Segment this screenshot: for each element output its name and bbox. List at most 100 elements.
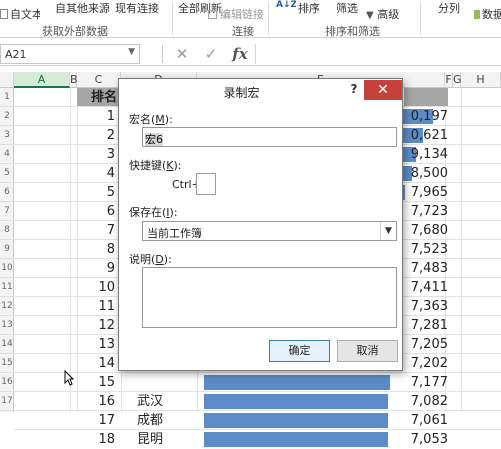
row-header-bar: 1 2 3 4 5 6 7 8 9 10 11 12 13 14 15 16 1…: [0, 88, 14, 412]
city-cell[interactable]: 成都: [121, 411, 197, 430]
help-button[interactable]: ?: [346, 82, 362, 100]
dialog-title-bar[interactable]: 录制宏 ? ✕: [119, 79, 402, 103]
gridline: [14, 372, 501, 373]
row-header[interactable]: 8: [0, 221, 14, 240]
data-bar: [204, 413, 388, 428]
rank-header-cell[interactable]: 排名: [77, 88, 121, 107]
cancel-formula-icon[interactable]: ✕: [170, 44, 194, 64]
ok-button[interactable]: 确定: [269, 340, 330, 362]
close-button[interactable]: ✕: [364, 80, 402, 100]
sort-button[interactable]: 排序: [298, 0, 324, 16]
sort-az-button[interactable]: A↓Z: [276, 0, 296, 10]
value-header-cell[interactable]: [404, 88, 448, 107]
column-header-c[interactable]: C: [77, 72, 121, 88]
group-get-external-data: 获取外部数据: [42, 25, 108, 38]
insert-function-icon[interactable]: fx: [228, 44, 252, 64]
gridline: [14, 410, 501, 411]
column-header-h[interactable]: H: [461, 72, 501, 88]
row-header[interactable]: 4: [0, 145, 14, 164]
rank-cell[interactable]: 8: [77, 240, 121, 259]
row-header[interactable]: 12: [0, 297, 14, 316]
row-header[interactable]: 6: [0, 183, 14, 202]
rank-cell[interactable]: 14: [77, 354, 121, 373]
column-header-g[interactable]: G: [453, 72, 462, 88]
existing-connections-button[interactable]: 现有连接: [115, 0, 165, 16]
rank-cell[interactable]: 16: [77, 392, 121, 411]
data-bar: [204, 432, 388, 447]
city-cell[interactable]: [121, 373, 197, 392]
data-bar: [204, 375, 390, 390]
row-header[interactable]: 2: [0, 107, 14, 126]
table-row[interactable]: 15 7,177: [14, 373, 501, 392]
row-header[interactable]: 3: [0, 126, 14, 145]
row-header[interactable]: 5: [0, 164, 14, 183]
rank-cell[interactable]: 13: [77, 335, 121, 354]
data-tools-button[interactable]: 数据: [474, 6, 501, 22]
row-header[interactable]: 9: [0, 240, 14, 259]
select-all-corner[interactable]: [0, 72, 14, 88]
rank-cell[interactable]: 18: [77, 430, 121, 449]
rank-cell[interactable]: 12: [77, 316, 121, 335]
formula-input[interactable]: [255, 44, 501, 64]
rank-cell[interactable]: 6: [77, 202, 121, 221]
table-row[interactable]: 18 昆明 7,053: [14, 430, 501, 449]
value-cell[interactable]: 7,177: [394, 373, 448, 392]
table-row[interactable]: 16 武汉 7,082: [14, 392, 501, 411]
ribbon-separator: [172, 2, 173, 35]
name-box[interactable]: A21 ▼: [0, 44, 140, 64]
text-file-icon: [0, 9, 8, 19]
row-header[interactable]: 1: [0, 88, 14, 107]
row-header[interactable]: 7: [0, 202, 14, 221]
data-bar: [204, 394, 388, 409]
city-cell[interactable]: 武汉: [121, 392, 197, 411]
macro-name-input[interactable]: 宏6: [142, 127, 397, 147]
chevron-down-icon[interactable]: ▼: [380, 222, 396, 240]
edit-links-button[interactable]: 编辑链接: [208, 6, 266, 22]
value-cell[interactable]: 7,082: [394, 392, 448, 411]
row-header[interactable]: 14: [0, 335, 14, 354]
column-header-b[interactable]: B: [70, 72, 78, 88]
filter-button[interactable]: 筛选: [336, 0, 362, 16]
cancel-button[interactable]: 取消: [337, 340, 398, 362]
description-textarea[interactable]: [142, 267, 397, 328]
enter-formula-icon[interactable]: ✓: [199, 44, 223, 64]
column-header-a[interactable]: A: [14, 72, 70, 88]
group-connections: 连接: [232, 25, 254, 38]
shortcut-key-input[interactable]: [196, 173, 216, 195]
row-header[interactable]: 17: [0, 392, 14, 411]
chevron-down-icon[interactable]: ▼: [128, 47, 135, 57]
rank-cell[interactable]: 10: [77, 278, 121, 297]
mouse-cursor-icon: [64, 370, 74, 386]
store-in-label: 保存在(I):: [129, 206, 178, 219]
row-header[interactable]: 15: [0, 354, 14, 373]
group-sort-filter: 排序和筛选: [325, 25, 380, 38]
rank-cell[interactable]: 5: [77, 183, 121, 202]
city-cell[interactable]: 昆明: [121, 430, 197, 449]
from-text-button[interactable]: 自文本: [0, 6, 40, 22]
rank-cell[interactable]: 3: [77, 145, 121, 164]
rank-cell[interactable]: 9: [77, 259, 121, 278]
table-row[interactable]: 17 成都 7,061: [14, 411, 501, 430]
advanced-filter-button[interactable]: ▼ 高级: [366, 6, 406, 22]
rank-cell[interactable]: 11: [77, 297, 121, 316]
text-to-columns-button[interactable]: 分列: [438, 0, 464, 16]
row-header[interactable]: 10: [0, 259, 14, 278]
record-macro-dialog: 录制宏 ? ✕ 宏名(M): 宏6 快捷键(K): Ctrl+ 保存在(I): …: [118, 78, 403, 371]
rank-cell[interactable]: 4: [77, 164, 121, 183]
value-cell[interactable]: 7,053: [394, 430, 448, 449]
value-cell[interactable]: 7,061: [394, 411, 448, 430]
rank-cell[interactable]: 17: [77, 411, 121, 430]
rank-cell[interactable]: 2: [77, 126, 121, 145]
rank-cell[interactable]: 1: [77, 107, 121, 126]
ribbon-separator: [268, 2, 269, 35]
rank-cell[interactable]: 15: [77, 373, 121, 392]
rank-cell[interactable]: 7: [77, 221, 121, 240]
store-in-select[interactable]: 当前工作簿 ▼: [142, 221, 397, 241]
row-header[interactable]: 11: [0, 278, 14, 297]
row-header[interactable]: 13: [0, 316, 14, 335]
column-header-f[interactable]: F: [445, 72, 453, 88]
ribbon: 自文本 自其他来源 现有连接 全部刷新 编辑链接 A↓Z 排序 筛选 ▼ 高级 …: [0, 0, 501, 38]
other-sources-button[interactable]: 自其他来源: [55, 0, 109, 16]
row-header[interactable]: 16: [0, 373, 14, 392]
funnel-icon: ▼: [366, 10, 374, 21]
